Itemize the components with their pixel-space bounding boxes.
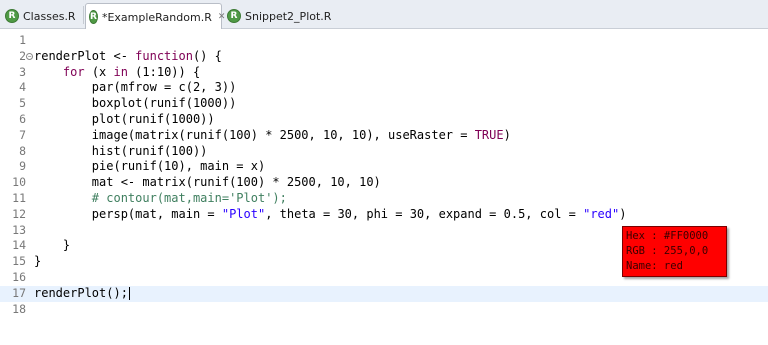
code-token: (1:10)) { <box>127 64 201 79</box>
line-number: 2 <box>19 48 26 63</box>
code-token: renderPlot(); <box>34 285 128 300</box>
tab-example-random-r[interactable]: R *ExampleRandom.R ✕ <box>85 3 225 30</box>
line-number: 11 <box>12 191 26 205</box>
code-text: renderPlot <- function() { <box>34 49 222 65</box>
tab-separator <box>83 6 84 24</box>
line-number: 14 <box>12 238 26 253</box>
line-number: 16 <box>12 270 26 284</box>
code-token: function <box>135 48 193 63</box>
code-line[interactable]: 12 persp(mat, main = "Plot", theta = 30,… <box>0 207 768 223</box>
code-token: for <box>62 64 85 79</box>
line-number: 9 <box>19 159 26 174</box>
code-token: in <box>113 64 128 79</box>
code-token: } <box>34 254 42 269</box>
r-file-icon: R <box>89 10 98 24</box>
code-line[interactable]: 10 mat <- matrix(runif(100) * 2500, 10, … <box>0 175 768 191</box>
code-token: "red" <box>583 206 620 221</box>
tab-label: Snippet2_Plot.R <box>245 9 332 23</box>
code-token: image(matrix(runif(100) * 2500, 10, 10),… <box>34 127 475 142</box>
code-text: boxplot(runif(1000)) <box>34 96 237 112</box>
r-file-icon: R <box>227 9 241 23</box>
line-number: 7 <box>19 127 26 142</box>
code-line[interactable]: 11 # contour(mat,main='Plot'); <box>0 191 768 207</box>
code-token: } <box>34 238 71 253</box>
code-token: boxplot(runif(1000)) <box>34 96 237 111</box>
code-line[interactable]: 5 boxplot(runif(1000)) <box>0 96 768 112</box>
code-editor[interactable]: 1 2− renderPlot <- function() {3 for (x in… <box>0 29 768 345</box>
tab-snippet2-plot-r[interactable]: R Snippet2_Plot.R <box>224 3 334 29</box>
code-token: mat <- matrix(runif(100) * 2500, 10, 10) <box>34 175 381 190</box>
color-info-popup: Hex : #FF0000 RGB : 255,0,0 Name: red <box>622 226 727 277</box>
code-text: } <box>34 254 41 270</box>
fold-toggle-icon[interactable]: − <box>26 52 33 60</box>
code-line[interactable]: 6 plot(runif(1000)) <box>0 112 768 128</box>
code-text: mat <- matrix(runif(100) * 2500, 10, 10) <box>34 175 381 191</box>
popup-hex: Hex : #FF0000 <box>626 230 709 242</box>
code-token: plot(runif(1000)) <box>34 112 215 126</box>
code-token: () { <box>192 48 222 63</box>
code-token: ) <box>619 206 627 221</box>
code-text: renderPlot(); <box>34 286 130 302</box>
code-token: par(mfrow = c(2, 3)) <box>34 80 237 95</box>
code-line[interactable]: 2− renderPlot <- function() { <box>0 49 768 65</box>
code-line[interactable]: 3 for (x in (1:10)) { <box>0 65 768 81</box>
code-text: plot(runif(1000)) <box>34 112 215 128</box>
code-line[interactable]: 8 hist(runif(100)) <box>0 144 768 160</box>
code-token: pie(runif(10), main = x) <box>34 159 266 174</box>
code-line[interactable]: 4 par(mfrow = c(2, 3)) <box>0 80 768 96</box>
line-number: 3 <box>19 64 26 79</box>
tab-label: *ExampleRandom.R <box>101 10 212 24</box>
code-token: # contour(mat,main='Plot'); <box>34 191 287 205</box>
code-text: persp(mat, main = "Plot", theta = 30, ph… <box>34 206 627 223</box>
line-number: 12 <box>12 206 26 221</box>
line-number: 13 <box>12 222 26 237</box>
code-line[interactable]: 9 pie(runif(10), main = x) <box>0 159 768 175</box>
code-text: image(matrix(runif(100) * 2500, 10, 10),… <box>34 128 511 144</box>
popup-name: Name: red <box>626 260 683 272</box>
code-text: pie(runif(10), main = x) <box>34 159 265 175</box>
code-line[interactable]: 1 <box>0 33 768 49</box>
code-token: hist(runif(100)) <box>34 143 208 158</box>
tab-label: Classes.R <box>23 9 76 23</box>
code-text: hist(runif(100)) <box>34 143 208 160</box>
code-text: # contour(mat,main='Plot'); <box>34 191 287 207</box>
code-text: } <box>34 238 70 254</box>
code-text: for (x in (1:10)) { <box>34 65 200 81</box>
line-number: 15 <box>12 254 26 269</box>
line-number: 18 <box>12 301 26 316</box>
r-file-icon: R <box>5 9 19 23</box>
popup-rgb: RGB : 255,0,0 <box>626 245 709 257</box>
line-number: 1 <box>19 33 26 47</box>
code-token: (x <box>84 64 114 79</box>
code-token: renderPlot <- <box>34 48 136 63</box>
line-number: 4 <box>19 80 26 95</box>
line-number: 10 <box>12 175 26 190</box>
code-text: par(mfrow = c(2, 3)) <box>34 80 237 96</box>
tab-classes-r[interactable]: R Classes.R <box>2 3 82 29</box>
code-line[interactable]: 7 image(matrix(runif(100) * 2500, 10, 10… <box>0 128 768 144</box>
line-number: 17 <box>12 285 26 300</box>
line-number: 6 <box>19 112 26 126</box>
code-token: persp(mat, main = <box>34 206 222 221</box>
code-token: "Plot" <box>221 206 266 221</box>
code-token: TRUE <box>474 127 504 142</box>
line-number: 8 <box>19 143 26 158</box>
code-token: ) <box>503 127 511 142</box>
code-token: , theta = 30, phi = 30, expand = 0.5, co… <box>265 206 584 221</box>
text-cursor <box>128 286 130 300</box>
code-line[interactable]: 18 <box>0 302 768 318</box>
code-line[interactable]: 17 renderPlot(); <box>0 285 768 302</box>
line-number: 5 <box>19 96 26 111</box>
editor-tab-bar: R Classes.R R *ExampleRandom.R ✕ R Snipp… <box>0 0 768 30</box>
